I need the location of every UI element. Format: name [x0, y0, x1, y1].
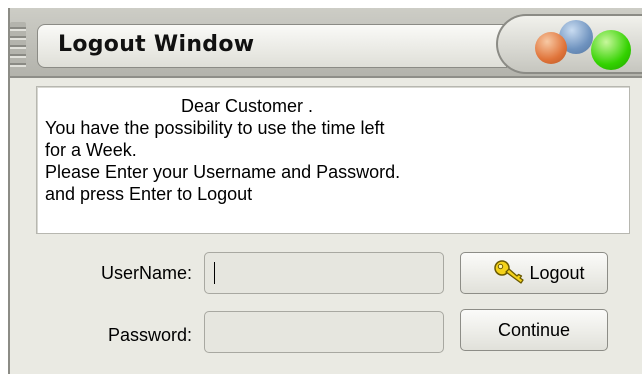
- message-line: You have the possibility to use the time…: [45, 118, 385, 138]
- green-light-button[interactable]: [591, 30, 631, 70]
- password-input[interactable]: [204, 311, 444, 353]
- message-line: for a Week.: [45, 140, 137, 160]
- message-line: Please Enter your Username and Password.: [45, 162, 401, 182]
- logout-button-label: Logout: [529, 262, 585, 283]
- key-icon: [494, 260, 525, 284]
- continue-button[interactable]: Continue: [460, 309, 608, 351]
- orange-light-button[interactable]: [535, 32, 567, 64]
- text-cursor: [214, 262, 215, 284]
- password-label: Password:: [107, 325, 192, 345]
- username-input[interactable]: [204, 252, 444, 294]
- title-bar[interactable]: Logout Window: [10, 8, 642, 78]
- message-line: and press Enter to Logout: [45, 184, 253, 204]
- window-title: Logout Window: [58, 32, 255, 57]
- drag-grip[interactable]: [10, 22, 26, 70]
- message-line: Dear Customer .: [181, 96, 314, 116]
- message-box: Dear Customer . You have the possibility …: [36, 86, 630, 234]
- logout-button[interactable]: Logout: [460, 252, 608, 294]
- continue-button-label: Continue: [497, 319, 571, 340]
- username-label: UserName:: [100, 263, 192, 283]
